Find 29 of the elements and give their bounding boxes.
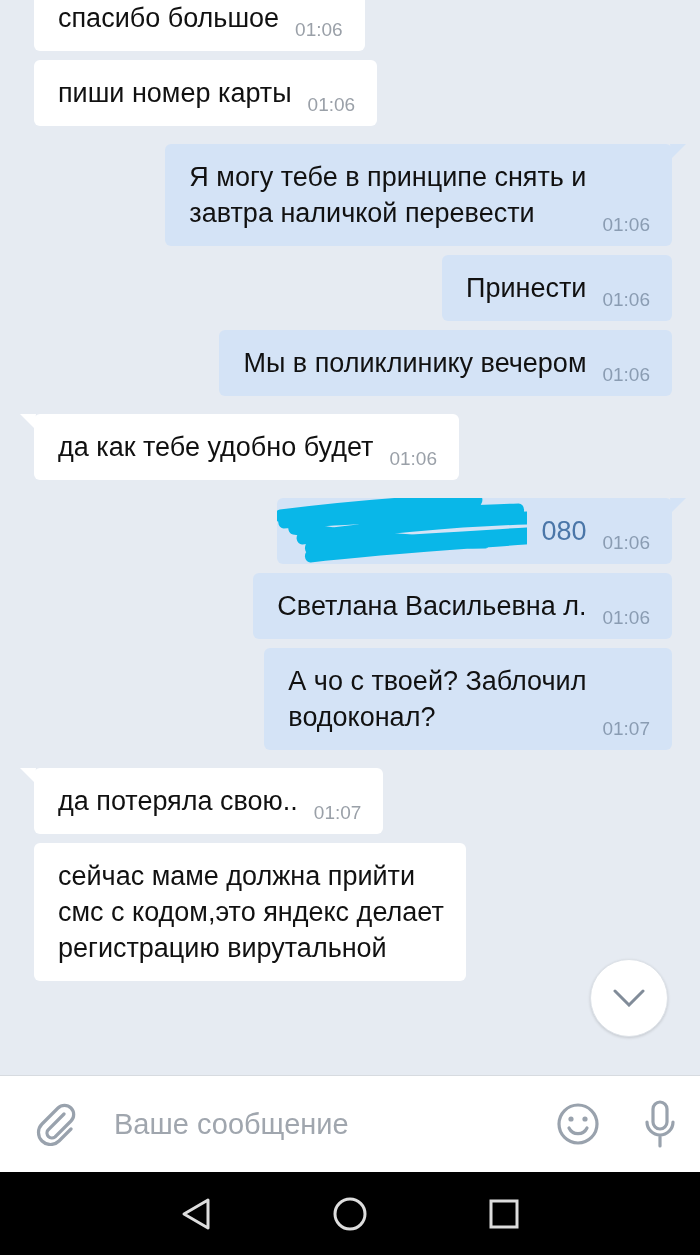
message-time: 01:06	[602, 606, 650, 630]
chevron-down-icon	[613, 989, 645, 1007]
message-time: 01:06	[602, 213, 650, 237]
microphone-icon[interactable]	[644, 1100, 676, 1148]
message-time: 01:06	[307, 93, 356, 117]
back-icon[interactable]	[181, 1196, 211, 1231]
scroll-down-button[interactable]	[590, 959, 668, 1037]
message-time: 01:06	[295, 18, 343, 42]
message-text: Мы в поликлинику вечером	[243, 347, 587, 380]
smiley-icon[interactable]	[556, 1102, 600, 1146]
message-time: 01:07	[602, 717, 650, 741]
home-icon[interactable]	[333, 1196, 367, 1231]
message-text: да как тебе удобно будет	[58, 431, 374, 464]
message-text: Я могу тебе в принципе снять и завтра наличкой перевести	[189, 161, 587, 230]
message-time: 01:06	[602, 363, 650, 387]
message-text: пиши номер карты	[58, 77, 292, 110]
message-text: Принести	[466, 272, 587, 305]
message-time: 01:06	[602, 288, 650, 312]
message-time: 01:06	[602, 531, 650, 555]
message-text: сейчас маме должна прийти смс с кодом,это яндекс делает регистрацию вирутальной	[58, 860, 444, 965]
message-text: спасибо большое	[58, 2, 280, 35]
paperclip-icon[interactable]	[34, 1102, 78, 1146]
message-time: 01:07	[313, 801, 362, 825]
recents-icon[interactable]	[489, 1198, 519, 1229]
message-time: 01:06	[389, 447, 437, 471]
message-text: Светлана Васильевна л.	[277, 590, 587, 623]
phone-number-text: 080	[540, 515, 587, 548]
message-text: А чо с твоей? Заблочил водоконал?	[288, 665, 587, 734]
message-text: да потеряла свою..	[58, 785, 298, 818]
